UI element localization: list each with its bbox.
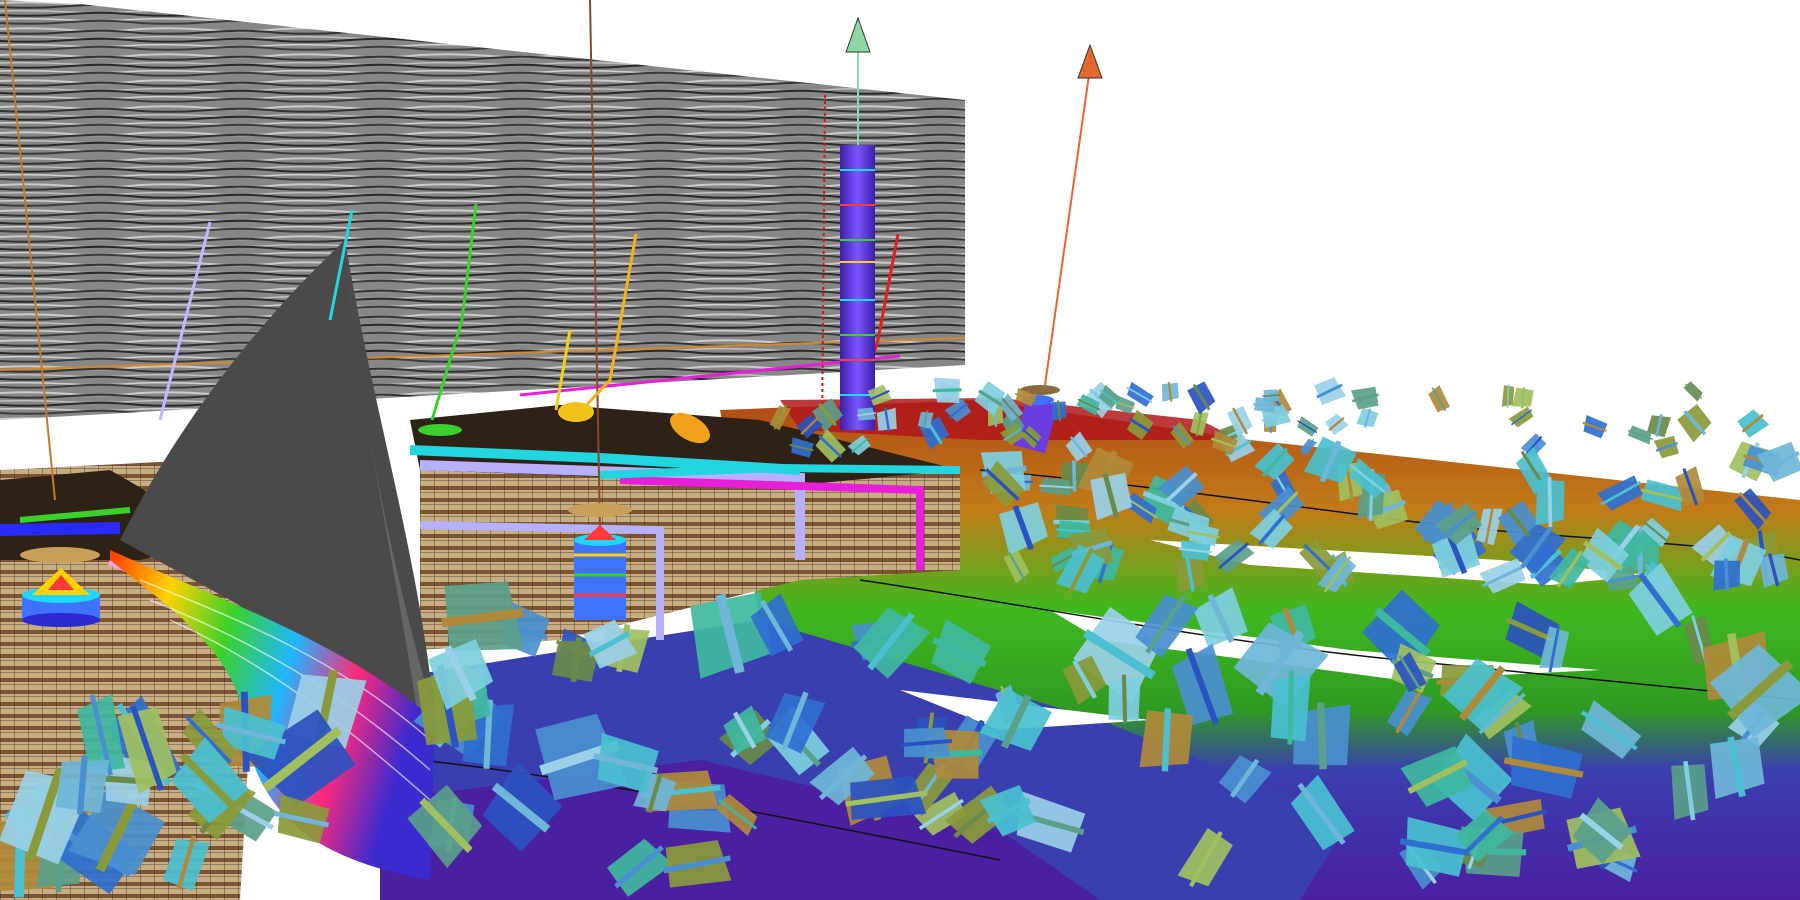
reservoir-3d-viewport[interactable] [0, 0, 1800, 900]
fracture-plane-glyph-icon [1108, 674, 1141, 724]
fracture-plane-glyph-icon [1535, 476, 1565, 528]
fracture-plane-glyph-icon [1270, 670, 1311, 745]
horizon-marker-yellow [558, 402, 594, 422]
fracture-plane-glyph-icon [1139, 708, 1194, 772]
fracture-plane-glyph-icon [932, 377, 962, 403]
horizon-marker-green [418, 424, 462, 436]
well-log-stack-icon[interactable] [840, 145, 875, 430]
band-blue [0, 522, 121, 536]
